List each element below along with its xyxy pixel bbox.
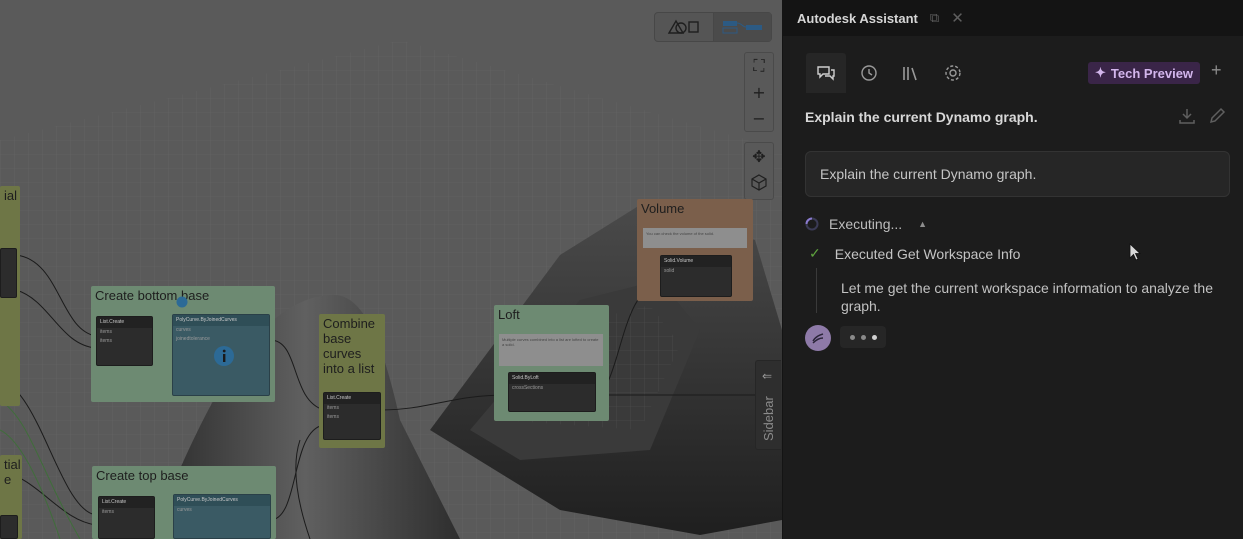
download-icon[interactable] bbox=[1178, 107, 1196, 125]
typing-indicator bbox=[840, 326, 886, 348]
group-title: Combine base curves into a list bbox=[323, 316, 376, 376]
assistant-logo-icon bbox=[812, 333, 824, 344]
geometry-view-icon bbox=[667, 19, 699, 34]
checkmark-icon: ✓ bbox=[809, 245, 821, 261]
spinner-icon bbox=[805, 217, 819, 231]
group-title-2: e bbox=[4, 472, 12, 487]
node-partial[interactable] bbox=[0, 248, 17, 298]
typing-dot bbox=[871, 334, 877, 340]
pan-icon: ✥ bbox=[752, 146, 766, 166]
node-solid-volume[interactable]: Solid.Volume solid bbox=[660, 255, 732, 297]
tab-chat[interactable] bbox=[806, 53, 846, 93]
port-items-2[interactable]: items bbox=[97, 337, 152, 346]
tab-history[interactable] bbox=[849, 53, 889, 93]
note-loft: Multiple curves combined into a list are… bbox=[499, 334, 603, 366]
node-solid-byloft[interactable]: Solid.ByLoft crossSections bbox=[508, 372, 596, 412]
zoom-out-icon: − bbox=[752, 108, 766, 128]
node-title: List.Create bbox=[324, 393, 380, 404]
port-items[interactable]: items bbox=[324, 404, 380, 413]
panel-title: Autodesk Assistant bbox=[797, 10, 918, 26]
port-crosssections[interactable]: crossSections bbox=[509, 384, 595, 393]
assistant-panel: Autodesk Assistant ⧉ ✕ ✦ Tech Preview + … bbox=[782, 0, 1243, 539]
sparkle-icon: ✦ bbox=[1095, 65, 1106, 80]
note-volume: You can check the volume of the solid. bbox=[643, 228, 747, 248]
group-title: ial bbox=[4, 188, 18, 203]
user-prompt-text: Explain the current Dynamo graph. bbox=[820, 166, 1037, 182]
arrow-left-icon: ⇐ bbox=[762, 369, 773, 383]
node-title: Solid.ByLoft bbox=[509, 373, 595, 384]
sidebar-label: Sidebar bbox=[761, 396, 776, 441]
port-items[interactable]: items bbox=[99, 508, 154, 517]
node-title: List.Create bbox=[97, 317, 152, 328]
typing-dot bbox=[860, 334, 866, 340]
node-list-create-top[interactable]: List.Create items bbox=[98, 496, 155, 539]
executed-step: ✓ Executed Get Workspace Info bbox=[809, 245, 1020, 262]
zoom-in-icon: + bbox=[752, 82, 766, 102]
view-toggle-toolbar bbox=[654, 12, 772, 42]
port-joinedtol[interactable]: joinedtolerance bbox=[173, 335, 269, 344]
node-list-create[interactable]: List.Create items items bbox=[96, 316, 153, 366]
node-title: PolyCurve.ByJoinedCurves bbox=[174, 495, 270, 506]
pan-button[interactable]: ✥ bbox=[745, 143, 773, 169]
mouse-cursor-icon bbox=[1129, 243, 1142, 261]
conversation-actions bbox=[1178, 107, 1226, 125]
history-icon bbox=[861, 65, 877, 81]
orbit-cube-icon bbox=[751, 174, 767, 191]
info-badge-icon bbox=[176, 296, 188, 308]
port-curves[interactable]: curves bbox=[174, 506, 270, 515]
close-icon[interactable]: ✕ bbox=[951, 9, 964, 27]
collapse-caret-icon: ▲ bbox=[918, 219, 928, 229]
dynamo-canvas[interactable]: ⛶ + − ✥ ial tial e Create bottom base Li… bbox=[0, 0, 782, 539]
tab-bar: ✦ Tech Preview + bbox=[783, 50, 1243, 96]
user-prompt-bubble: Explain the current Dynamo graph. bbox=[805, 151, 1230, 197]
fit-view-button[interactable]: ⛶ bbox=[745, 53, 773, 79]
orbit-controls: ✥ bbox=[744, 142, 774, 200]
graph-view-icon bbox=[722, 21, 762, 34]
library-icon bbox=[903, 67, 917, 81]
tech-preview-label: Tech Preview bbox=[1110, 65, 1194, 81]
zoom-out-button[interactable]: − bbox=[745, 105, 773, 131]
port-items[interactable]: items bbox=[97, 328, 152, 337]
tab-settings[interactable] bbox=[933, 53, 973, 93]
orbit-button[interactable] bbox=[745, 169, 773, 195]
zoom-controls: ⛶ + − bbox=[744, 52, 774, 132]
node-list-create-combine[interactable]: List.Create items items bbox=[323, 392, 381, 440]
conversation-title: Explain the current Dynamo graph. bbox=[805, 109, 1038, 125]
gear-icon bbox=[945, 65, 961, 81]
fit-view-icon: ⛶ bbox=[753, 56, 765, 75]
execution-status[interactable]: Executing... ▲ bbox=[805, 216, 927, 232]
group-title: Volume bbox=[641, 201, 685, 216]
zoom-in-button[interactable]: + bbox=[745, 79, 773, 105]
assistant-avatar bbox=[805, 325, 831, 351]
node-title: PolyCurve.ByJoinedCurves bbox=[173, 315, 269, 326]
popout-icon[interactable]: ⧉ bbox=[930, 10, 939, 26]
assistant-thought: Let me get the current workspace informa… bbox=[841, 280, 1213, 314]
panel-header: Autodesk Assistant ⧉ ✕ bbox=[783, 0, 1243, 36]
new-chat-button[interactable]: + bbox=[1211, 60, 1222, 81]
tech-preview-badge[interactable]: ✦ Tech Preview bbox=[1088, 62, 1201, 84]
graph-view-button[interactable] bbox=[713, 13, 771, 41]
edit-icon[interactable] bbox=[1208, 107, 1226, 125]
geometry-view-button[interactable] bbox=[655, 13, 713, 41]
group-title: Loft bbox=[498, 307, 520, 322]
info-icon bbox=[214, 346, 234, 366]
node-polycurve-top[interactable]: PolyCurve.ByJoinedCurves curves bbox=[173, 494, 271, 539]
step-text: Executed Get Workspace Info bbox=[834, 245, 1021, 262]
node-partial-bottom[interactable] bbox=[0, 515, 18, 539]
sidebar-toggle[interactable]: ⇐ Sidebar bbox=[755, 360, 781, 450]
tab-library[interactable] bbox=[891, 53, 931, 93]
node-title: Solid.Volume bbox=[661, 256, 731, 267]
port-solid[interactable]: solid bbox=[661, 267, 731, 276]
status-text: Executing... bbox=[829, 216, 903, 232]
port-curves[interactable]: curves bbox=[173, 326, 269, 335]
node-polycurve[interactable]: PolyCurve.ByJoinedCurves curves joinedto… bbox=[172, 314, 270, 396]
port-items-2[interactable]: items bbox=[324, 413, 380, 422]
group-title: Create top base bbox=[96, 468, 189, 483]
node-title: List.Create bbox=[99, 497, 154, 508]
chat-icon bbox=[817, 66, 835, 81]
timeline-line bbox=[816, 268, 817, 313]
typing-dot bbox=[849, 334, 855, 340]
group-title: tial bbox=[4, 457, 21, 472]
